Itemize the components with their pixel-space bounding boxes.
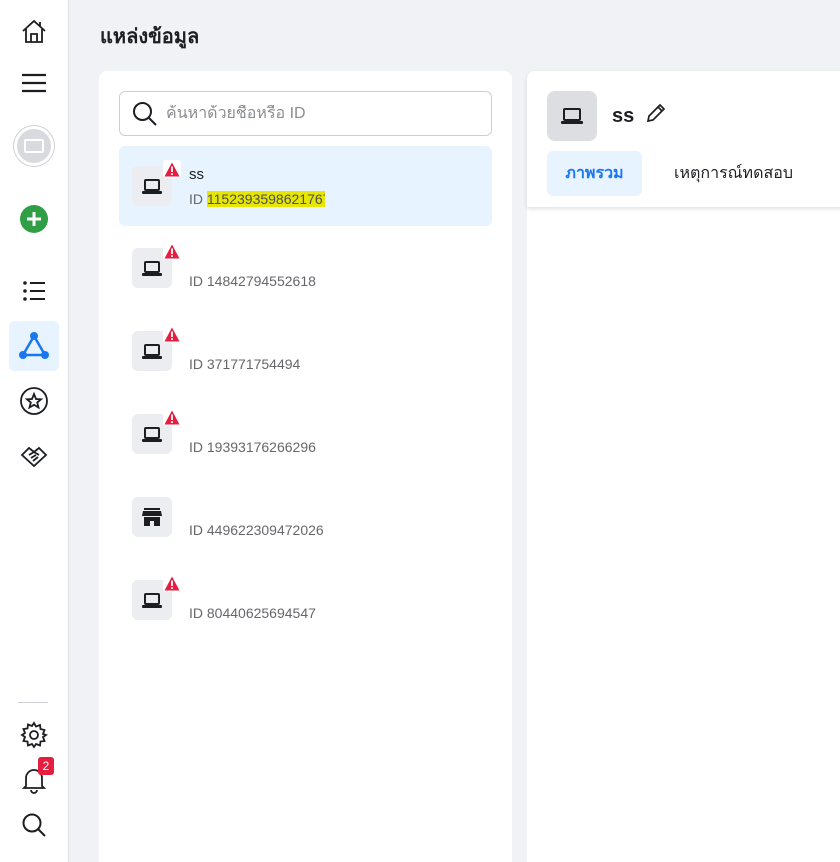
data-source-row[interactable]: ss ID 1152393598621767 [119, 146, 492, 226]
search-button[interactable] [9, 800, 59, 850]
home-icon [22, 19, 46, 43]
star-icon [20, 387, 48, 415]
data-source-row[interactable]: ID 19393176266296 [119, 394, 492, 474]
laptop-icon [142, 592, 162, 608]
rail-divider [18, 702, 48, 703]
search-input[interactable] [166, 104, 466, 123]
left-nav-rail: 2 [0, 0, 69, 862]
warning-badge [163, 574, 181, 592]
menu-icon [22, 73, 46, 93]
data-sources-list-panel: ss ID 1152393598621767 ID 14842794552618 ID… [99, 71, 512, 862]
data-source-detail-panel: ss ภาพรวม เหตุการณ์ทดสอบ [527, 71, 840, 862]
source-id: ID 449622309472026 [189, 522, 324, 538]
warning-badge [163, 160, 181, 178]
search-icon [22, 813, 46, 837]
settings-icon [20, 721, 48, 749]
warning-badge [163, 325, 181, 343]
source-id: ID 14842794552618 [189, 273, 316, 289]
list-icon [23, 281, 45, 301]
detail-source-name: ss [612, 105, 635, 127]
all-tools-button[interactable] [9, 266, 59, 316]
detail-avatar [547, 91, 597, 141]
page-title: แหล่งข้อมูล [100, 26, 200, 48]
source-name: ss [189, 166, 204, 183]
store-icon [142, 508, 162, 526]
data-source-row[interactable]: ID 14842794552618 [119, 228, 492, 308]
notifications-button[interactable]: 2 [9, 755, 59, 805]
warning-icon [164, 576, 180, 590]
warning-badge [163, 408, 181, 426]
home-button[interactable] [9, 6, 59, 56]
source-id: ID 1152393598621767 [189, 191, 325, 207]
handshake-icon [20, 446, 48, 468]
source-id: ID 19393176266296 [189, 439, 316, 455]
detail-header: ss ภาพรวม เหตุการณ์ทดสอบ [527, 71, 840, 207]
data-source-row[interactable]: ID 80440625694547 [119, 560, 492, 640]
source-id: ID 371771754494 [189, 356, 301, 372]
laptop-icon [561, 108, 583, 124]
source-type-icon [132, 497, 172, 537]
laptop-icon [142, 426, 162, 442]
business-avatar-button[interactable] [9, 121, 59, 171]
data-source-row[interactable]: ID 371771754494 [119, 311, 492, 391]
search-icon [133, 101, 157, 126]
data-source-row[interactable]: ID 449622309472026 [119, 477, 492, 557]
source-id: ID 80440625694547 [189, 605, 316, 621]
data-sources-button[interactable] [9, 321, 59, 371]
warning-icon [164, 327, 180, 341]
menu-button[interactable] [9, 58, 59, 108]
create-button[interactable] [9, 194, 59, 244]
pencil-icon [646, 103, 666, 123]
tab-test-events[interactable]: เหตุการณ์ทดสอบ [674, 151, 793, 196]
partners-button[interactable] [9, 431, 59, 481]
favorites-button[interactable] [9, 376, 59, 426]
tab-overview[interactable]: ภาพรวม [547, 151, 642, 196]
warning-badge [163, 242, 181, 260]
data-sources-icon [19, 332, 49, 359]
highlighted-id: 1152393598621767 [206, 191, 325, 207]
warning-icon [164, 410, 180, 424]
business-avatar [14, 126, 54, 166]
laptop-icon [142, 260, 162, 276]
search-box[interactable] [119, 91, 492, 136]
settings-button[interactable] [9, 710, 59, 760]
add-icon [20, 205, 48, 233]
warning-icon [164, 244, 180, 258]
laptop-icon [142, 178, 162, 194]
edit-name-button[interactable] [645, 102, 667, 129]
warning-icon [164, 162, 180, 176]
notifications-badge: 2 [38, 757, 54, 775]
laptop-icon [142, 343, 162, 359]
